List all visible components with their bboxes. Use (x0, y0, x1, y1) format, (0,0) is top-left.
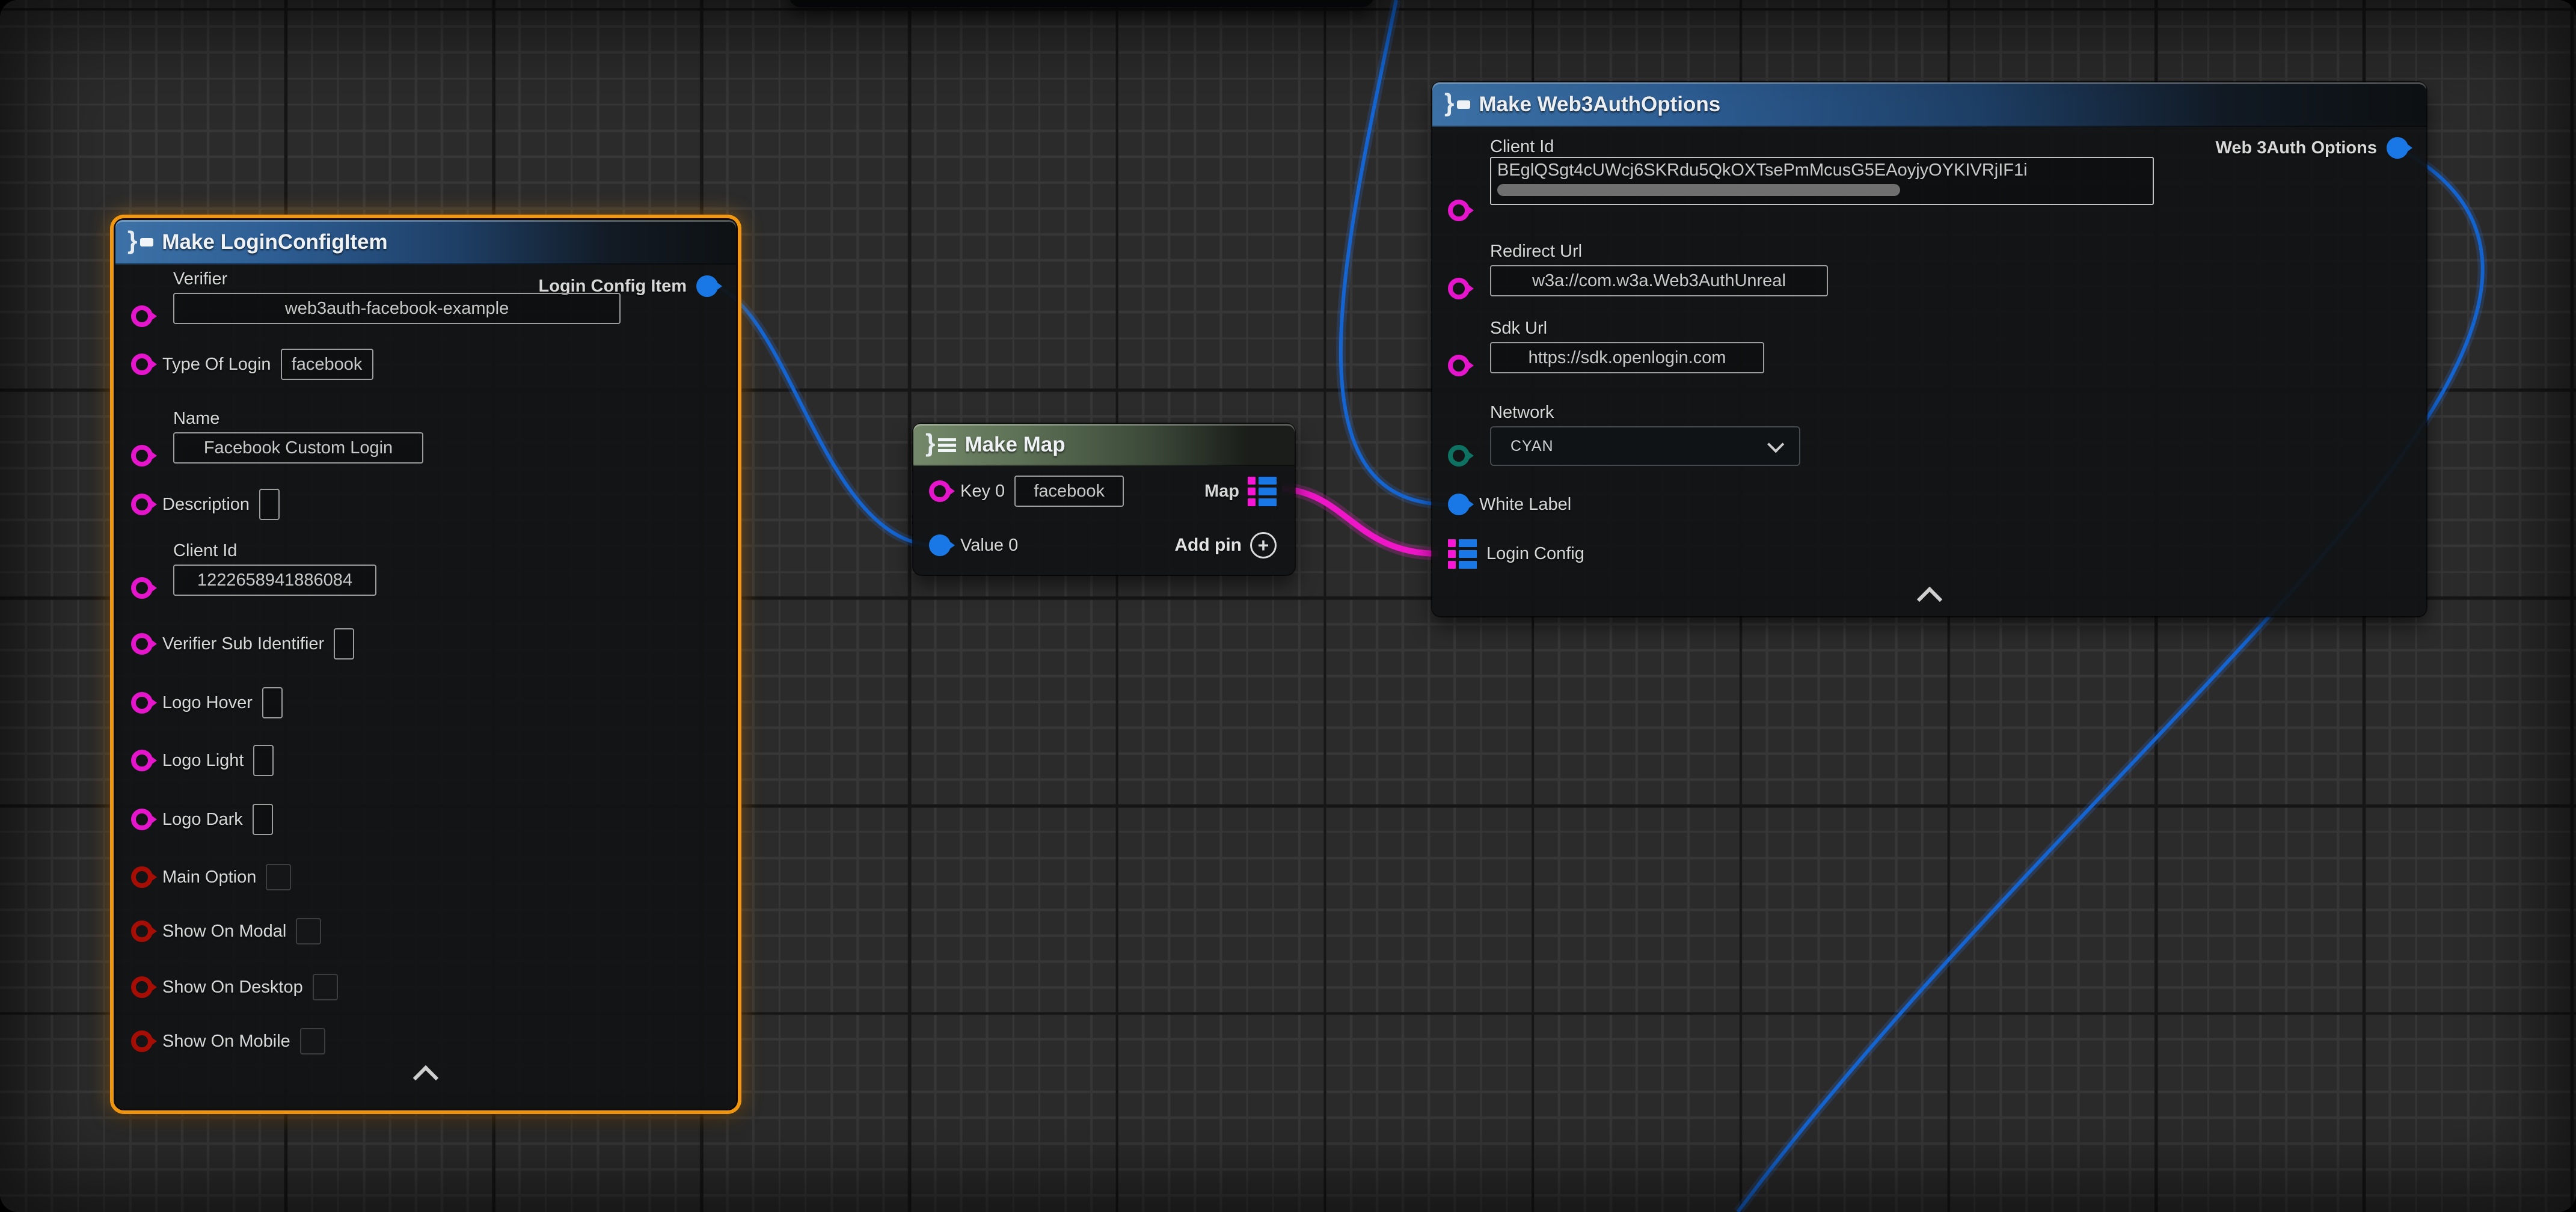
pin-show-on-mobile[interactable] (131, 1030, 153, 1052)
add-pin-button[interactable]: Add pin + (1174, 532, 1277, 559)
pin-show-on-desktop[interactable] (131, 976, 153, 998)
chevron-up-icon (1916, 587, 1942, 612)
row-key0-map: Key 0 facebook Map (913, 474, 1295, 508)
node-header-make-loginconfigitem[interactable]: } Make LoginConfigItem (115, 220, 736, 265)
pin-logo-hover[interactable] (131, 692, 153, 714)
node-title: Make Map (964, 433, 1065, 457)
field-logo-dark: Logo Dark (115, 803, 736, 836)
pin-logo-dark[interactable] (131, 809, 153, 830)
pin-value0[interactable] (929, 534, 951, 556)
row-value0-addpin: Value 0 Add pin + (913, 528, 1295, 562)
make-struct-icon: } (1444, 92, 1470, 117)
pin-white-label[interactable] (1448, 494, 1470, 515)
client-id-input[interactable]: BEglQSgt4cUWcj6SKRdu5QkOXTsePmMcusG5EAoy… (1490, 157, 2154, 205)
node-header-make-web3authoptions[interactable]: } Make Web3AuthOptions (1432, 82, 2426, 127)
key0-input[interactable]: facebook (1014, 476, 1124, 507)
field-show-on-desktop: Show On Desktop (115, 970, 736, 1004)
verifier-sub-identifier-input[interactable] (334, 628, 354, 660)
pin-name[interactable] (131, 445, 153, 467)
field-logo-hover: Logo Hover (115, 686, 736, 720)
field-show-on-mobile: Show On Mobile (115, 1024, 736, 1058)
network-dropdown[interactable]: CYAN (1490, 426, 1800, 466)
field-white-label: White Label (1432, 488, 2426, 521)
pin-key0[interactable] (929, 480, 951, 502)
pin-sdk-url[interactable] (1448, 355, 1470, 376)
pin-login-config[interactable] (1448, 539, 1477, 569)
show-on-mobile-checkbox[interactable] (300, 1028, 325, 1054)
node-title: Make LoginConfigItem (162, 230, 387, 254)
map-output-label: Map (1204, 482, 1239, 501)
field-login-config: Login Config (1432, 537, 2426, 571)
redirect-url-input[interactable]: w3a://com.w3a.Web3AuthUnreal (1490, 265, 1828, 296)
pin-verifier-sub-identifier[interactable] (131, 633, 153, 655)
pin-description[interactable] (131, 494, 153, 515)
pin-redirect-url[interactable] (1448, 278, 1470, 299)
field-main-option: Main Option (115, 860, 736, 894)
logo-light-input[interactable] (253, 745, 274, 776)
field-client-id: Client Id 1222658941886084 (115, 541, 736, 596)
make-map-icon: } (925, 432, 956, 458)
node-title: Make Web3AuthOptions (1479, 93, 1720, 117)
horizontal-scrollbar-thumb[interactable] (1497, 184, 1900, 196)
field-show-on-modal: Show On Modal (115, 914, 736, 948)
collapse-node-button[interactable] (1432, 590, 2426, 608)
blueprint-graph-canvas[interactable]: } Make LoginConfigItem Login Config Item… (0, 0, 2576, 1212)
name-input[interactable]: Facebook Custom Login (173, 432, 423, 464)
field-logo-light: Logo Light (115, 744, 736, 777)
offscreen-node-bottom-edge[interactable] (788, 0, 1375, 7)
node-make-map[interactable]: } Make Map Key 0 facebook Map Value 0 Ad… (913, 424, 1295, 575)
pin-type-of-login[interactable] (131, 354, 153, 375)
type-of-login-input[interactable]: facebook (281, 349, 373, 380)
field-network: Network CYAN (1432, 403, 2426, 466)
field-redirect-url: Redirect Url w3a://com.w3a.Web3AuthUnrea… (1432, 242, 2426, 296)
field-client-id: Client Id BEglQSgt4cUWcj6SKRdu5QkOXTsePm… (1432, 137, 2426, 205)
show-on-desktop-checkbox[interactable] (313, 974, 338, 1000)
chevron-down-icon (1767, 436, 1784, 453)
pin-logo-light[interactable] (131, 750, 153, 771)
field-sdk-url: Sdk Url https://sdk.openlogin.com (1432, 319, 2426, 373)
sdk-url-input[interactable]: https://sdk.openlogin.com (1490, 342, 1764, 373)
pin-client-id[interactable] (131, 577, 153, 599)
description-input[interactable] (259, 489, 280, 520)
pin-client-id[interactable] (1448, 200, 1470, 221)
node-make-web3authoptions[interactable]: } Make Web3AuthOptions Web 3Auth Options… (1432, 82, 2426, 616)
field-verifier-sub-identifier: Verifier Sub Identifier (115, 627, 736, 661)
show-on-modal-checkbox[interactable] (296, 918, 321, 944)
pin-network[interactable] (1448, 445, 1470, 467)
plus-circle-icon: + (1250, 532, 1277, 559)
pin-verifier[interactable] (131, 305, 153, 327)
make-struct-icon: } (127, 230, 153, 255)
main-option-checkbox[interactable] (266, 864, 291, 890)
pin-main-option[interactable] (131, 866, 153, 888)
pin-show-on-modal[interactable] (131, 920, 153, 942)
node-make-loginconfigitem[interactable]: } Make LoginConfigItem Login Config Item… (115, 220, 736, 1109)
logo-dark-input[interactable] (253, 804, 273, 835)
field-description: Description (115, 488, 736, 521)
node-header-make-map[interactable]: } Make Map (913, 424, 1295, 466)
wire-map-to-loginconfig (1282, 489, 1438, 554)
field-type-of-login: Type Of Login facebook (115, 347, 736, 381)
field-verifier: Verifier web3auth-facebook-example (115, 269, 736, 324)
verifier-input[interactable]: web3auth-facebook-example (173, 293, 621, 324)
wire-map-to-loginconfig-glow (1282, 489, 1438, 554)
field-name: Name Facebook Custom Login (115, 409, 736, 464)
chevron-up-icon (413, 1065, 438, 1091)
client-id-input[interactable]: 1222658941886084 (173, 565, 376, 596)
output-pin-map[interactable] (1248, 477, 1277, 506)
collapse-node-button[interactable] (115, 1069, 736, 1087)
logo-hover-input[interactable] (262, 687, 283, 718)
